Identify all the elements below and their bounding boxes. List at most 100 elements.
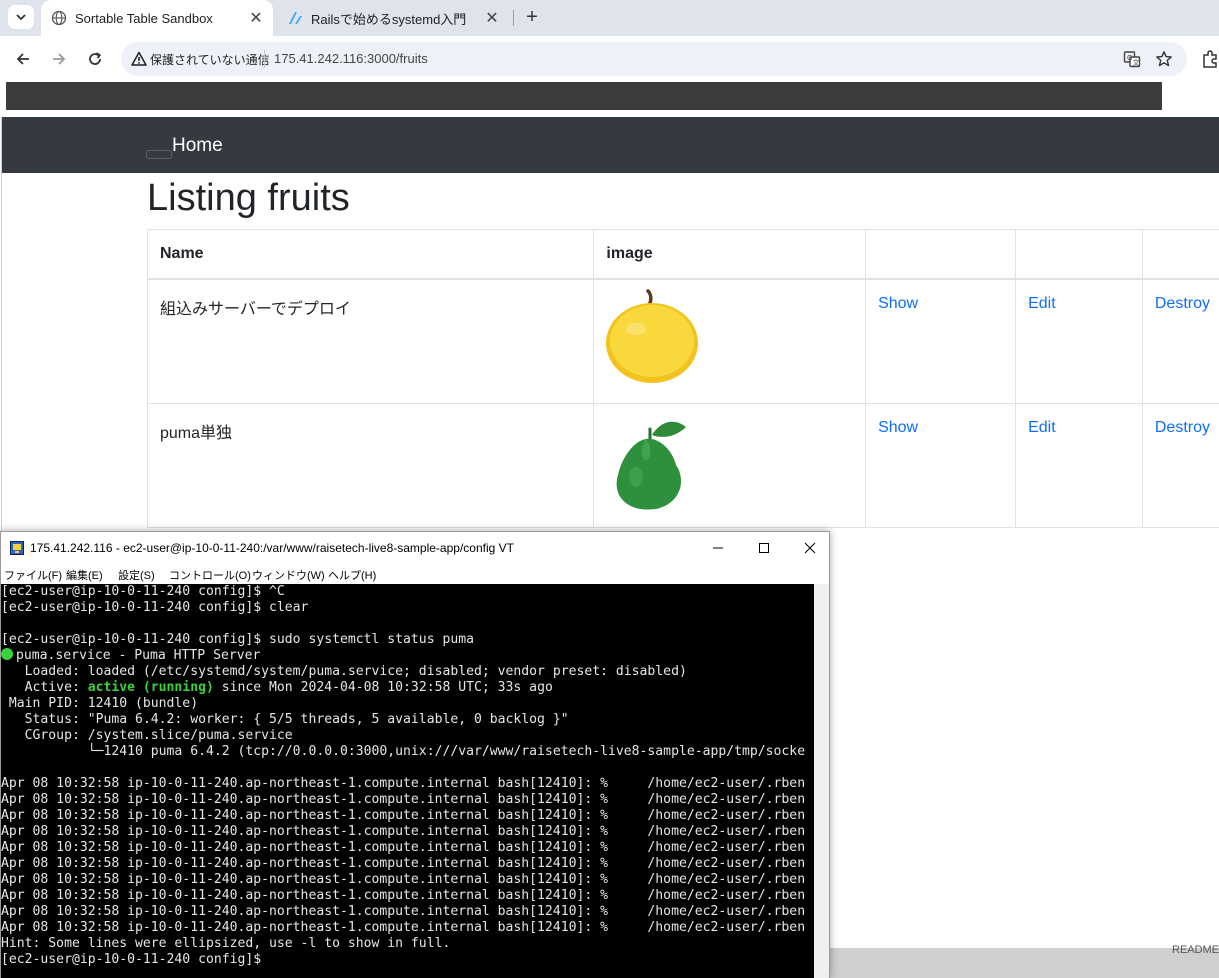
- destroy-cell: Destroy: [1141, 278, 1219, 404]
- terminal-line: Apr 08 10:32:58 ip-10-0-11-240.ap-northe…: [1, 888, 806, 903]
- extensions-icon[interactable]: [1200, 49, 1219, 69]
- table-header-row: Name image: [146, 229, 1219, 280]
- terminal-scrollbar[interactable]: [814, 584, 829, 978]
- show-cell: Show: [865, 278, 1017, 404]
- header-empty: [1141, 229, 1219, 280]
- terminal-line: └─12410 puma 6.4.2 (tcp://0.0.0.0:3000,u…: [1, 744, 806, 759]
- terminal-line: [ec2-user@ip-10-0-11-240 config]$ ^C: [1, 584, 285, 599]
- tab-rails-systemd[interactable]: Railsで始めるsystemd入門 ✕: [277, 0, 509, 36]
- terminal-line: puma.service - Puma HTTP Server: [1, 648, 260, 664]
- fruits-table: Name image 組込みサーバーでデプロイ Show Edit Destro…: [146, 229, 1219, 528]
- terminal-window: 175.41.242.116 - ec2-user@ip-10-0-11-240…: [0, 531, 830, 978]
- star-icon: [1156, 51, 1172, 67]
- warning-icon[interactable]: [131, 51, 147, 67]
- tab-separator: [513, 10, 514, 26]
- translate-icon: G文: [1123, 51, 1141, 68]
- edit-link[interactable]: Edit: [1028, 419, 1056, 436]
- bookmark-button[interactable]: [1154, 49, 1174, 69]
- active-status: active (running): [87, 680, 214, 695]
- fruit-image-cell: [593, 402, 867, 528]
- edit-link[interactable]: Edit: [1028, 295, 1056, 312]
- show-link[interactable]: Show: [878, 419, 918, 436]
- translate-button[interactable]: G文: [1122, 49, 1142, 69]
- tab-strip: Sortable Table Sandbox ✕ Railsで始めるsystem…: [0, 0, 1219, 36]
- terminal-line: Apr 08 10:32:58 ip-10-0-11-240.ap-northe…: [1, 776, 806, 791]
- terminal-line: CGroup: /system.slice/puma.service: [1, 728, 293, 743]
- header-empty: [1015, 229, 1143, 280]
- url-text[interactable]: 175.41.242.116:3000/fruits: [274, 51, 428, 66]
- reload-icon: [89, 52, 102, 65]
- header-image: image: [593, 229, 867, 280]
- service-line-text: puma.service - Puma HTTP Server: [16, 648, 261, 663]
- nav-home-link[interactable]: Home: [172, 135, 223, 157]
- close-icon[interactable]: ✕: [481, 7, 503, 29]
- svg-text:文: 文: [1133, 58, 1140, 67]
- maximize-button[interactable]: [741, 532, 787, 564]
- terminal-titlebar[interactable]: 175.41.242.116 - ec2-user@ip-10-0-11-240…: [1, 532, 829, 564]
- terminal-line: [ec2-user@ip-10-0-11-240 config]$ clear: [1, 600, 309, 615]
- forward-button[interactable]: [48, 48, 70, 70]
- terminal-screen[interactable]: [ec2-user@ip-10-0-11-240 config]$ ^C [ec…: [1, 584, 814, 978]
- show-link[interactable]: Show: [878, 295, 918, 312]
- menu-help[interactable]: ヘルプ(H): [328, 567, 376, 583]
- terminal-line: Main PID: 12410 (bundle): [1, 696, 199, 711]
- show-cell: Show: [865, 402, 1017, 528]
- chevron-down-icon: [16, 14, 26, 21]
- green-citrus-image: [617, 421, 687, 510]
- menu-file[interactable]: ファイル(F): [4, 567, 62, 583]
- destroy-link[interactable]: Destroy: [1155, 295, 1210, 312]
- arrow-left-icon: [16, 53, 29, 65]
- zenn-icon: [289, 12, 302, 24]
- active-label: Active:: [1, 680, 88, 695]
- menu-edit[interactable]: 編集(E): [66, 567, 103, 583]
- header-empty: [865, 229, 1017, 280]
- terminal-line: Hint: Some lines were ellipsized, use -l…: [1, 936, 451, 951]
- tab-sortable-table[interactable]: Sortable Table Sandbox ✕: [41, 0, 273, 36]
- reload-button[interactable]: [84, 48, 106, 70]
- fruit-name: 組込みサーバーでデプロイ: [146, 278, 595, 404]
- navbar-toggler[interactable]: [146, 150, 172, 159]
- terminal-prompt: [ec2-user@ip-10-0-11-240 config]$: [1, 952, 270, 967]
- globe-icon: [51, 10, 67, 26]
- teraterm-icon: [10, 541, 24, 555]
- table-row: puma単独 Show Edit Destroy: [146, 402, 1219, 528]
- arrow-right-icon: [53, 53, 66, 65]
- back-button[interactable]: [12, 48, 34, 70]
- close-button[interactable]: [787, 532, 833, 564]
- menu-control[interactable]: コントロール(O): [169, 567, 251, 583]
- terminal-line: Apr 08 10:32:58 ip-10-0-11-240.ap-northe…: [1, 792, 806, 807]
- edit-cell: Edit: [1015, 402, 1143, 528]
- terminal-line: Apr 08 10:32:58 ip-10-0-11-240.ap-northe…: [1, 808, 806, 823]
- new-tab-button[interactable]: +: [520, 5, 544, 29]
- minimize-icon: [713, 547, 723, 549]
- edit-cell: Edit: [1015, 278, 1143, 404]
- terminal-line: Apr 08 10:32:58 ip-10-0-11-240.ap-northe…: [1, 904, 806, 919]
- terminal-line: Apr 08 10:32:58 ip-10-0-11-240.ap-northe…: [1, 824, 806, 839]
- fruit-name: puma単独: [146, 402, 595, 528]
- tab-title: Sortable Table Sandbox: [75, 10, 213, 26]
- terminal-menubar: ファイル(F) 編集(E) 設定(S) コントロール(O) ウィンドウ(W) ヘ…: [1, 564, 829, 584]
- tab-title: Railsで始めるsystemd入門: [311, 11, 467, 27]
- security-label[interactable]: 保護されていない通信: [150, 51, 270, 68]
- page-title: Listing fruits: [147, 177, 350, 219]
- minimize-button[interactable]: [695, 532, 741, 564]
- background-window-strip: [830, 948, 1219, 978]
- terminal-line: Active: active (running) since Mon 2024-…: [1, 680, 553, 696]
- bookmarks-bar: [6, 82, 1162, 110]
- tab-search-button[interactable]: [8, 5, 34, 29]
- destroy-link[interactable]: Destroy: [1155, 419, 1210, 436]
- active-since: since Mon 2024-04-08 10:32:58 UTC; 33s a…: [213, 680, 553, 695]
- close-icon: [804, 542, 816, 554]
- table-row: 組込みサーバーでデプロイ Show Edit Destroy: [146, 278, 1219, 404]
- menu-settings[interactable]: 設定(S): [118, 567, 155, 583]
- terminal-line: Loaded: loaded (/etc/systemd/system/puma…: [1, 664, 687, 679]
- destroy-cell: Destroy: [1141, 402, 1219, 528]
- fruit-image-cell: [593, 278, 867, 404]
- app-navbar: Home: [2, 117, 1219, 173]
- terminal-line: Apr 08 10:32:58 ip-10-0-11-240.ap-northe…: [1, 920, 806, 935]
- close-icon[interactable]: ✕: [245, 7, 267, 29]
- terminal-line: [ec2-user@ip-10-0-11-240 config]$ sudo s…: [1, 632, 474, 647]
- terminal-line: Status: "Puma 6.4.2: worker: { 5/5 threa…: [1, 712, 569, 727]
- menu-window[interactable]: ウィンドウ(W): [252, 567, 325, 583]
- header-name: Name: [146, 229, 595, 280]
